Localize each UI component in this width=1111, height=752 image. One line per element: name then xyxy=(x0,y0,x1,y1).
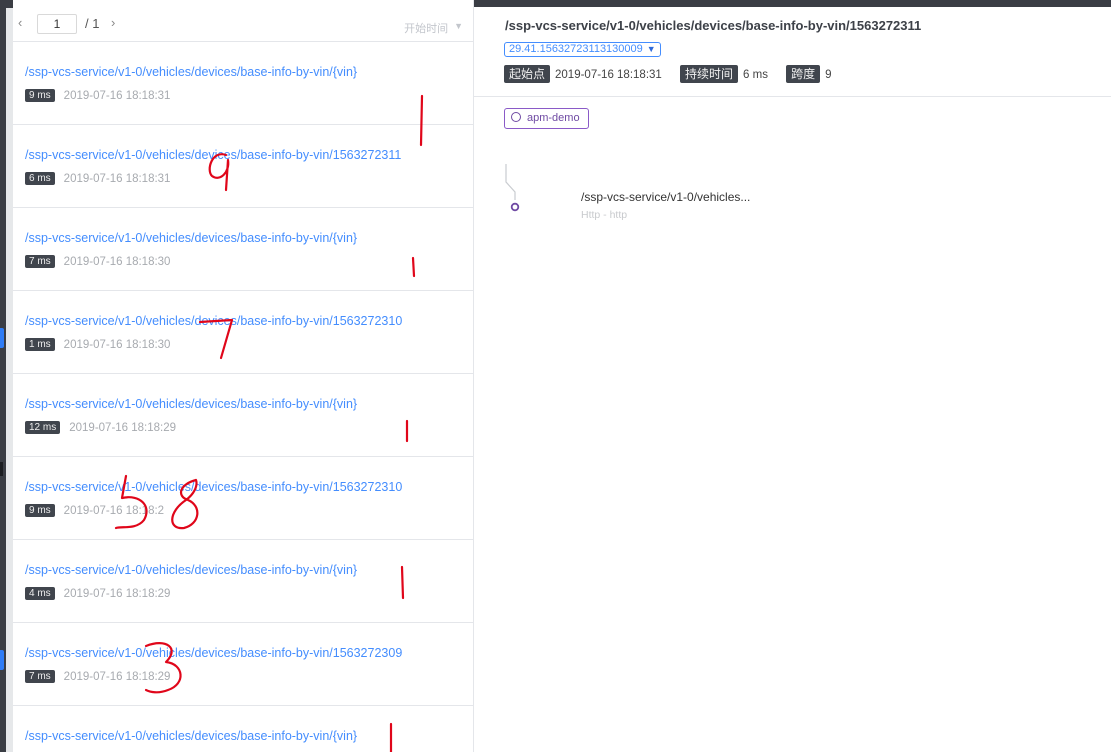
service-name: apm-demo xyxy=(527,112,580,124)
duration-badge: 6 ms xyxy=(25,172,55,185)
trace-list-panel: ‹ 1 / 1 › 开始时间 ▼ /ssp-vcs-service/v1-0/ve… xyxy=(13,0,474,752)
trace-endpoint-link[interactable]: /ssp-vcs-service/v1-0/vehicles/devices/b… xyxy=(25,65,357,79)
caret-down-icon: ▼ xyxy=(454,21,463,31)
duration-badge: 12 ms xyxy=(25,421,61,434)
trace-detail-panel: /ssp-vcs-service/v1-0/vehicles/devices/b… xyxy=(474,0,1111,752)
trace-meta: 7 ms 2019-07-16 18:18:30 xyxy=(25,255,170,268)
span-tree-connector xyxy=(505,164,520,212)
duration-badge: 7 ms xyxy=(25,255,55,268)
trace-list-item[interactable]: /ssp-vcs-service/v1-0/vehicles/devices/b… xyxy=(13,706,473,752)
span-node-icon[interactable] xyxy=(510,202,520,212)
circle-icon xyxy=(511,112,521,122)
tree-line xyxy=(505,164,516,200)
trace-endpoint-link[interactable]: /ssp-vcs-service/v1-0/vehicles/devices/b… xyxy=(25,563,357,577)
trace-list-item[interactable]: /ssp-vcs-service/v1-0/vehicles/devices/b… xyxy=(13,208,473,291)
edge-active-marker xyxy=(0,650,4,670)
trace-endpoint-link[interactable]: /ssp-vcs-service/v1-0/vehicles/devices/b… xyxy=(25,148,401,162)
trace-meta: 7 ms 2019-07-16 18:18:29 xyxy=(25,670,170,683)
sort-dropdown[interactable]: 开始时间 ▼ xyxy=(404,20,463,36)
trace-time: 2019-07-16 18:18:29 xyxy=(69,422,177,434)
trace-meta: 12 ms 2019-07-16 18:18:29 xyxy=(25,421,176,434)
trace-endpoint-link[interactable]: /ssp-vcs-service/v1-0/vehicles/devices/b… xyxy=(25,231,357,245)
trace-detail-header: /ssp-vcs-service/v1-0/vehicles/devices/b… xyxy=(474,7,1111,97)
edge-dark xyxy=(0,0,6,752)
next-page-button[interactable]: › xyxy=(111,15,115,30)
trace-id-select[interactable]: 29.41.15632723113130009 ▼ xyxy=(504,42,661,57)
start-label: 起始点 xyxy=(504,65,551,83)
trace-time: 2019-07-16 18:18:29 xyxy=(63,671,171,683)
prev-page-button[interactable]: ‹ xyxy=(18,15,22,30)
sort-label: 开始时间 xyxy=(404,23,449,35)
trace-info-row: 起始点 2019-07-16 18:18:31 持续时间 6 ms 跨度 9 xyxy=(504,65,847,83)
trace-list-item[interactable]: /ssp-vcs-service/v1-0/vehicles/devices/b… xyxy=(13,457,473,540)
trace-endpoint-link[interactable]: /ssp-vcs-service/v1-0/vehicles/devices/b… xyxy=(25,397,357,411)
span-count-value: 9 xyxy=(825,69,832,81)
trace-time: 2019-07-16 18:18:30 xyxy=(63,256,171,268)
trace-meta: 4 ms 2019-07-16 18:18:29 xyxy=(25,587,170,600)
trace-endpoint-link[interactable]: /ssp-vcs-service/v1-0/vehicles/devices/b… xyxy=(25,314,402,328)
trace-list-item[interactable]: /ssp-vcs-service/v1-0/vehicles/devices/b… xyxy=(13,42,473,125)
trace-title: /ssp-vcs-service/v1-0/vehicles/devices/b… xyxy=(505,18,922,33)
trace-endpoint-link[interactable]: /ssp-vcs-service/v1-0/vehicles/devices/b… xyxy=(25,729,357,743)
edge-active-marker xyxy=(0,328,4,348)
duration-badge: 4 ms xyxy=(25,587,55,600)
trace-list-item[interactable]: /ssp-vcs-service/v1-0/vehicles/devices/b… xyxy=(13,623,473,706)
trace-list-item[interactable]: /ssp-vcs-service/v1-0/vehicles/devices/b… xyxy=(13,374,473,457)
trace-meta: 6 ms 2019-07-16 18:18:31 xyxy=(25,172,170,185)
caret-down-icon: ▼ xyxy=(646,44,656,54)
edge-marker xyxy=(0,462,3,476)
page: ‹ 1 / 1 › 开始时间 ▼ /ssp-vcs-service/v1-0/ve… xyxy=(0,0,1111,752)
span-name[interactable]: /ssp-vcs-service/v1-0/vehicles... xyxy=(581,190,750,204)
page-number-input[interactable]: 1 xyxy=(37,14,77,34)
pagination-bar: ‹ 1 / 1 › 开始时间 ▼ xyxy=(13,0,473,42)
duration-badge: 7 ms xyxy=(25,670,55,683)
start-value: 2019-07-16 18:18:31 xyxy=(555,69,662,81)
trace-meta: 9 ms 2019-07-16 18:18:2 xyxy=(25,504,164,517)
duration-label: 持续时间 xyxy=(680,65,739,83)
trace-meta: 9 ms 2019-07-16 18:18:31 xyxy=(25,89,170,102)
span-tree: /ssp-vcs-service/v1-0/vehicles... Http -… xyxy=(504,160,804,221)
trace-endpoint-link[interactable]: /ssp-vcs-service/v1-0/vehicles/devices/b… xyxy=(25,480,402,494)
span-type: Http - http xyxy=(581,209,628,221)
trace-time: 2019-07-16 18:18:31 xyxy=(63,173,171,185)
service-filter-chip[interactable]: apm-demo xyxy=(504,108,589,129)
trace-meta: 1 ms 2019-07-16 18:18:30 xyxy=(25,338,170,351)
trace-time: 2019-07-16 18:18:2 xyxy=(63,505,165,517)
trace-time: 2019-07-16 18:18:29 xyxy=(63,588,171,600)
trace-list-item[interactable]: /ssp-vcs-service/v1-0/vehicles/devices/b… xyxy=(13,125,473,208)
duration-value: 6 ms xyxy=(743,69,768,81)
left-edge-strip xyxy=(0,0,13,752)
trace-id-value: 29.41.15632723113130009 xyxy=(509,43,643,55)
trace-endpoint-link[interactable]: /ssp-vcs-service/v1-0/vehicles/devices/b… xyxy=(25,646,402,660)
trace-list-item[interactable]: /ssp-vcs-service/v1-0/vehicles/devices/b… xyxy=(13,540,473,623)
duration-badge: 1 ms xyxy=(25,338,55,351)
edge-top xyxy=(0,0,13,8)
duration-badge: 9 ms xyxy=(25,504,55,517)
total-pages: / 1 xyxy=(85,16,100,31)
top-dark-bar xyxy=(474,0,1111,7)
span-count-label: 跨度 xyxy=(786,65,821,83)
duration-badge: 9 ms xyxy=(25,89,55,102)
trace-time: 2019-07-16 18:18:31 xyxy=(63,90,171,102)
trace-list-item[interactable]: /ssp-vcs-service/v1-0/vehicles/devices/b… xyxy=(13,291,473,374)
trace-time: 2019-07-16 18:18:30 xyxy=(63,339,171,351)
